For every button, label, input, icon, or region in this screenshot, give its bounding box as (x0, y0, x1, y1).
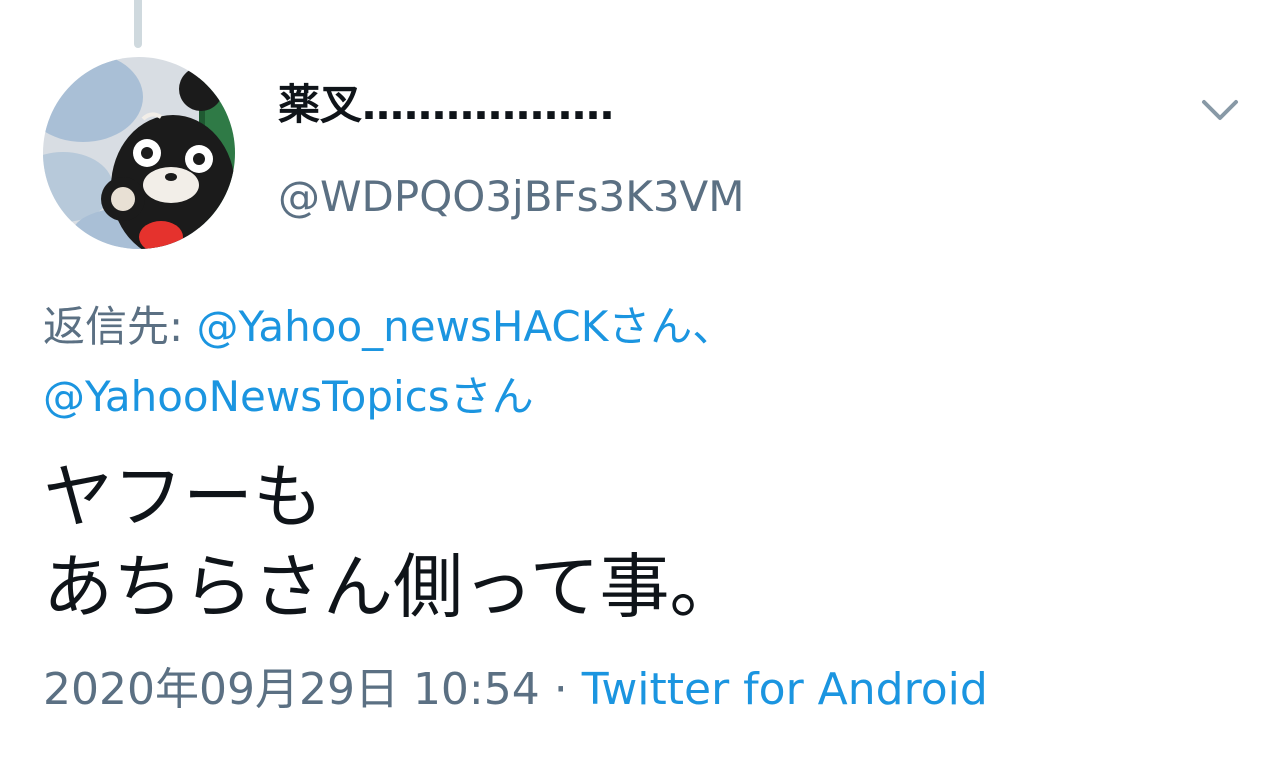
source-link[interactable]: Twitter for Android (582, 664, 988, 715)
reply-mention-yahoo-newstopics[interactable]: @YahooNewsTopicsさん (43, 372, 534, 421)
tweet-text-line: ヤフーも (43, 456, 323, 538)
reply-to-line: 返信先: @Yahoo_newsHACKさん、 @YahooNewsTopics… (43, 292, 734, 432)
tweet-meta: 2020年09月29日 10:54 · Twitter for Android (43, 664, 988, 717)
tweet-text: ヤフーも あちらさん側って事。 (43, 452, 740, 632)
reply-prefix: 返信先: (43, 302, 197, 351)
reply-separator: 、 (692, 302, 735, 351)
avatar[interactable] (43, 57, 235, 249)
kumamon-avatar-image (43, 57, 235, 249)
meta-separator: · (539, 664, 582, 715)
timestamp[interactable]: 2020年09月29日 10:54 (43, 664, 540, 715)
reply-mention-yahoo-newshack[interactable]: @Yahoo_newsHACKさん (197, 302, 693, 351)
user-handle[interactable]: @WDPQO3jBFs3K3VM (278, 172, 745, 222)
thread-connector-line (134, 0, 142, 48)
display-name[interactable]: 薬叉……………… (278, 80, 614, 130)
tweet-text-line: あちらさん側って事。 (43, 546, 740, 628)
chevron-down-icon[interactable] (1196, 86, 1244, 134)
